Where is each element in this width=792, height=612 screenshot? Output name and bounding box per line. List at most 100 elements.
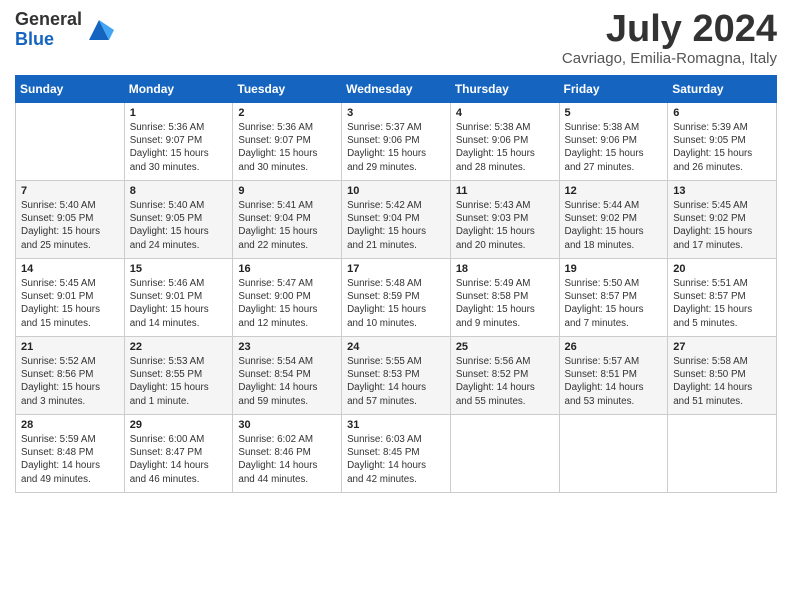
day-info: Sunrise: 5:54 AM Sunset: 8:54 PM Dayligh… [238,355,336,408]
day-info: Sunrise: 5:57 AM Sunset: 8:51 PM Dayligh… [565,355,663,408]
calendar-week-row: 14 Sunrise: 5:45 AM Sunset: 9:01 PM Dayli… [16,259,777,337]
day-number: 19 [565,263,663,275]
calendar-cell: 13Sunrise: 5:45 AM Sunset: 9:02 PM Dayli… [668,181,777,259]
day-info: Sunrise: 5:38 AM Sunset: 9:06 PM Dayligh… [565,121,663,174]
day-info: Sunrise: 5:50 AM Sunset: 8:57 PM Dayligh… [565,277,663,330]
day-info: Sunrise: 5:59 AM Sunset: 8:48 PM Dayligh… [21,433,119,486]
day-info: Sunrise: 5:41 AM Sunset: 9:04 PM Dayligh… [238,199,336,252]
day-info: Sunrise: 5:40 AM Sunset: 9:05 PM Dayligh… [21,199,119,252]
calendar-header-friday: Friday [559,76,668,103]
header: General Blue July 2024 Cavriago, Emilia-… [15,10,777,67]
day-number: 28 [21,419,119,431]
day-number: 16 [238,263,336,275]
day-info: Sunrise: 5:37 AM Sunset: 9:06 PM Dayligh… [347,121,445,174]
calendar-cell: 6 Sunrise: 5:39 AM Sunset: 9:05 PM Daylig… [668,103,777,181]
calendar-cell: 25 Sunrise: 5:56 AM Sunset: 8:52 PM Dayli… [450,337,559,415]
calendar-cell: 14 Sunrise: 5:45 AM Sunset: 9:01 PM Dayli… [16,259,125,337]
calendar-cell: 3 Sunrise: 5:37 AM Sunset: 9:06 PM Daylig… [342,103,451,181]
calendar-cell: 19 Sunrise: 5:50 AM Sunset: 8:57 PM Dayli… [559,259,668,337]
calendar-cell: 8 Sunrise: 5:40 AM Sunset: 9:05 PM Daylig… [124,181,233,259]
day-info: Sunrise: 5:49 AM Sunset: 8:58 PM Dayligh… [456,277,554,330]
day-number: 8 [130,185,228,197]
day-number: 2 [238,107,336,119]
calendar: SundayMondayTuesdayWednesdayThursdayFrid… [15,75,777,493]
day-info: Sunrise: 5:44 AM Sunset: 9:02 PM Dayligh… [565,199,663,252]
day-number: 23 [238,341,336,353]
day-number: 10 [347,185,445,197]
calendar-cell: 27Sunrise: 5:58 AM Sunset: 8:50 PM Dayli… [668,337,777,415]
calendar-header-saturday: Saturday [668,76,777,103]
day-number: 14 [21,263,119,275]
calendar-week-row: 28 Sunrise: 5:59 AM Sunset: 8:48 PM Dayli… [16,415,777,493]
day-info: Sunrise: 5:47 AM Sunset: 9:00 PM Dayligh… [238,277,336,330]
day-info: Sunrise: 5:48 AM Sunset: 8:59 PM Dayligh… [347,277,445,330]
day-number: 29 [130,419,228,431]
calendar-cell: 20 Sunrise: 5:51 AM Sunset: 8:57 PM Dayli… [668,259,777,337]
subtitle: Cavriago, Emilia-Romagna, Italy [562,50,777,67]
calendar-cell: 9 Sunrise: 5:41 AM Sunset: 9:04 PM Daylig… [233,181,342,259]
day-number: 22 [130,341,228,353]
day-number: 30 [238,419,336,431]
logo: General Blue [15,10,114,50]
calendar-week-row: 1Sunrise: 5:36 AM Sunset: 9:07 PM Daylig… [16,103,777,181]
day-number: 12 [565,185,663,197]
day-info: Sunrise: 5:43 AM Sunset: 9:03 PM Dayligh… [456,199,554,252]
calendar-cell [559,415,668,493]
logo-text: General Blue [15,10,82,50]
calendar-cell [16,103,125,181]
day-info: Sunrise: 5:53 AM Sunset: 8:55 PM Dayligh… [130,355,228,408]
calendar-header-wednesday: Wednesday [342,76,451,103]
day-number: 5 [565,107,663,119]
day-info: Sunrise: 5:46 AM Sunset: 9:01 PM Dayligh… [130,277,228,330]
calendar-cell: 17Sunrise: 5:48 AM Sunset: 8:59 PM Dayli… [342,259,451,337]
calendar-cell: 2Sunrise: 5:36 AM Sunset: 9:07 PM Daylig… [233,103,342,181]
day-info: Sunrise: 5:45 AM Sunset: 9:01 PM Dayligh… [21,277,119,330]
day-number: 18 [456,263,554,275]
day-info: Sunrise: 5:40 AM Sunset: 9:05 PM Dayligh… [130,199,228,252]
calendar-header-row: SundayMondayTuesdayWednesdayThursdayFrid… [16,76,777,103]
day-number: 26 [565,341,663,353]
calendar-header-tuesday: Tuesday [233,76,342,103]
day-number: 4 [456,107,554,119]
day-number: 11 [456,185,554,197]
page: General Blue July 2024 Cavriago, Emilia-… [0,0,792,612]
calendar-cell: 7Sunrise: 5:40 AM Sunset: 9:05 PM Daylig… [16,181,125,259]
calendar-cell: 18 Sunrise: 5:49 AM Sunset: 8:58 PM Dayli… [450,259,559,337]
calendar-header-sunday: Sunday [16,76,125,103]
day-number: 15 [130,263,228,275]
month-title: July 2024 [562,10,777,48]
day-info: Sunrise: 5:39 AM Sunset: 9:05 PM Dayligh… [673,121,771,174]
calendar-cell: 10 Sunrise: 5:42 AM Sunset: 9:04 PM Dayli… [342,181,451,259]
day-number: 31 [347,419,445,431]
logo-general: General [15,10,82,30]
calendar-header-thursday: Thursday [450,76,559,103]
day-number: 1 [130,107,228,119]
calendar-cell: 30Sunrise: 6:02 AM Sunset: 8:46 PM Dayli… [233,415,342,493]
day-info: Sunrise: 5:42 AM Sunset: 9:04 PM Dayligh… [347,199,445,252]
calendar-cell: 28 Sunrise: 5:59 AM Sunset: 8:48 PM Dayli… [16,415,125,493]
day-number: 20 [673,263,771,275]
calendar-cell: 26 Sunrise: 5:57 AM Sunset: 8:51 PM Dayli… [559,337,668,415]
calendar-cell: 29Sunrise: 6:00 AM Sunset: 8:47 PM Dayli… [124,415,233,493]
day-info: Sunrise: 5:51 AM Sunset: 8:57 PM Dayligh… [673,277,771,330]
title-section: July 2024 Cavriago, Emilia-Romagna, Ital… [562,10,777,67]
calendar-cell: 16 Sunrise: 5:47 AM Sunset: 9:00 PM Dayli… [233,259,342,337]
day-info: Sunrise: 5:56 AM Sunset: 8:52 PM Dayligh… [456,355,554,408]
day-info: Sunrise: 6:03 AM Sunset: 8:45 PM Dayligh… [347,433,445,486]
day-info: Sunrise: 5:45 AM Sunset: 9:02 PM Dayligh… [673,199,771,252]
calendar-cell: 31 Sunrise: 6:03 AM Sunset: 8:45 PM Dayli… [342,415,451,493]
day-info: Sunrise: 5:38 AM Sunset: 9:06 PM Dayligh… [456,121,554,174]
calendar-cell [668,415,777,493]
day-number: 25 [456,341,554,353]
logo-blue: Blue [15,30,82,50]
calendar-cell [450,415,559,493]
day-number: 3 [347,107,445,119]
logo-icon [84,15,114,45]
day-number: 9 [238,185,336,197]
calendar-cell: 22 Sunrise: 5:53 AM Sunset: 8:55 PM Dayli… [124,337,233,415]
calendar-cell: 4 Sunrise: 5:38 AM Sunset: 9:06 PM Daylig… [450,103,559,181]
calendar-cell: 12 Sunrise: 5:44 AM Sunset: 9:02 PM Dayli… [559,181,668,259]
calendar-week-row: 7Sunrise: 5:40 AM Sunset: 9:05 PM Daylig… [16,181,777,259]
day-number: 6 [673,107,771,119]
day-number: 24 [347,341,445,353]
